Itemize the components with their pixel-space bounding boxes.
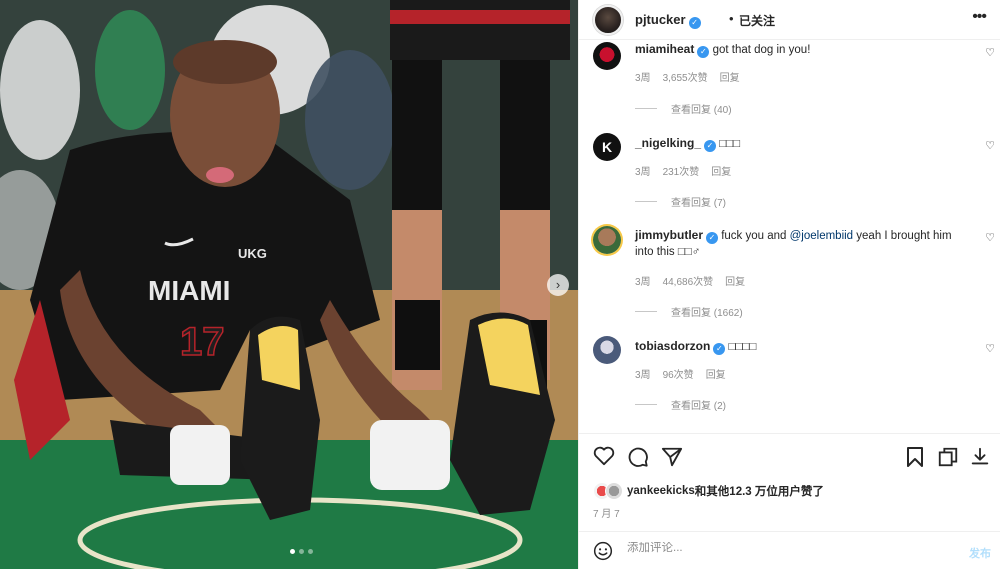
heart-icon[interactable]: ♡ xyxy=(985,139,995,152)
reply-button[interactable]: 回复 xyxy=(725,277,745,288)
follow-status-button[interactable]: 已关注 xyxy=(739,12,775,29)
heart-icon[interactable]: ♡ xyxy=(985,342,995,355)
comment-meta: 3周 44,686次赞 回复 xyxy=(635,273,757,288)
comment-time: 3周 xyxy=(635,370,651,381)
carousel-dot xyxy=(290,549,295,554)
verified-badge-icon: ✓ xyxy=(697,46,710,58)
comment-meta: 3周 3,655次赞 回复 xyxy=(635,69,752,84)
view-replies-label[interactable]: 查看回复 (1662) xyxy=(671,304,743,319)
heart-icon[interactable] xyxy=(593,446,615,466)
commenter-avatar[interactable] xyxy=(593,336,621,364)
comment-list[interactable]: miamiheat ✓ got that dog in you! 3周 3,655次… xyxy=(579,40,1000,432)
comment-text: □□□□ xyxy=(728,341,757,353)
commenter-avatar[interactable] xyxy=(593,42,621,70)
replies-line xyxy=(635,311,657,312)
view-replies[interactable]: 查看回复 (7) xyxy=(635,194,726,209)
comment-time: 3周 xyxy=(635,277,651,288)
commenter-username[interactable]: _nigelking_ xyxy=(635,136,701,150)
mention-link[interactable]: @joelembiid xyxy=(790,230,853,242)
carousel-dot xyxy=(299,549,304,554)
commenter-username[interactable]: miamiheat xyxy=(635,42,694,56)
comment-meta: 3周 96次赞 回复 xyxy=(635,366,738,381)
commenter-username[interactable]: jimmybutler xyxy=(635,228,703,242)
header-separator: • xyxy=(729,11,734,26)
carousel-dot xyxy=(308,549,313,554)
comment-icon[interactable] xyxy=(627,446,649,468)
post-photo: MIAMI 17 UKG › xyxy=(0,0,578,569)
post-comment-button[interactable]: 发布 xyxy=(969,545,991,561)
likes-summary: yankeekicks 和其他12.3 万位用户赞了 xyxy=(593,481,824,501)
commenter-avatar[interactable] xyxy=(593,226,621,254)
view-replies-label[interactable]: 查看回复 (7) xyxy=(671,194,726,209)
player-illustration: MIAMI 17 UKG xyxy=(0,0,578,569)
commenter-avatar[interactable]: K xyxy=(593,133,621,161)
add-comment-bar: 发布 xyxy=(579,531,1000,569)
verified-badge-icon: ✓ xyxy=(706,232,719,244)
verified-badge-icon: ✓ xyxy=(688,17,701,29)
jersey-number: 17 xyxy=(180,320,225,364)
comment-likes[interactable]: 44,686次赞 xyxy=(663,277,714,288)
commenter-username[interactable]: tobiasdorzon xyxy=(635,339,710,353)
liker-avatar[interactable] xyxy=(605,482,623,500)
replies-line xyxy=(635,108,657,109)
comment-likes[interactable]: 3,655次赞 xyxy=(663,73,708,84)
view-replies[interactable]: 查看回复 (40) xyxy=(635,101,732,116)
verified-badge-icon: ✓ xyxy=(704,140,717,152)
heart-icon[interactable]: ♡ xyxy=(985,231,995,244)
comment-input[interactable] xyxy=(627,542,927,554)
view-replies[interactable]: 查看回复 (2) xyxy=(635,397,726,412)
reply-button[interactable]: 回复 xyxy=(711,167,731,178)
comment-text: □□□ xyxy=(719,138,741,150)
post-actions xyxy=(579,433,1000,479)
comment-text: got that dog in you! xyxy=(712,44,811,56)
comment-time: 3周 xyxy=(635,167,651,178)
comment-time: 3周 xyxy=(635,73,651,84)
chevron-right-icon: › xyxy=(555,277,561,292)
author-avatar[interactable] xyxy=(593,5,623,35)
comment-likes[interactable]: 96次赞 xyxy=(663,370,694,381)
liked-by-username[interactable]: yankeekicks xyxy=(627,485,695,497)
comment-likes[interactable]: 231次赞 xyxy=(663,167,700,178)
post-date[interactable]: 7 月 7 xyxy=(593,505,620,520)
replies-line xyxy=(635,201,657,202)
reply-button[interactable]: 回复 xyxy=(720,73,740,84)
view-replies[interactable]: 查看回复 (1662) xyxy=(635,304,743,319)
post-side-panel: pjtucker ✓ • 已关注 ••• miamiheat ✓ got that … xyxy=(578,0,1000,569)
comment-meta: 3周 231次赞 回复 xyxy=(635,163,743,178)
emoji-icon[interactable] xyxy=(593,541,613,561)
likes-count[interactable]: 和其他12.3 万位用户赞了 xyxy=(695,483,824,499)
more-dots-icon[interactable]: ••• xyxy=(972,8,987,26)
carousel-dots xyxy=(290,549,313,554)
carousel-next-button[interactable]: › xyxy=(547,274,569,296)
view-replies-label[interactable]: 查看回复 (2) xyxy=(671,397,726,412)
jersey-sponsor: UKG xyxy=(238,246,267,261)
verified-badge-icon: ✓ xyxy=(713,343,726,355)
heart-icon[interactable]: ♡ xyxy=(985,46,995,59)
share-icon[interactable] xyxy=(661,446,683,468)
replies-line xyxy=(635,404,657,405)
bookmark-icon[interactable] xyxy=(905,446,925,468)
reply-button[interactable]: 回复 xyxy=(706,370,726,381)
download-icon[interactable] xyxy=(969,446,991,468)
view-replies-label[interactable]: 查看回复 (40) xyxy=(671,101,732,116)
post-header: pjtucker ✓ • 已关注 ••• xyxy=(579,0,1000,40)
jersey-team: MIAMI xyxy=(148,275,230,306)
copy-icon[interactable] xyxy=(937,446,959,468)
author-username[interactable]: pjtucker xyxy=(635,12,686,27)
comment-text-start: fuck you and xyxy=(721,230,790,242)
